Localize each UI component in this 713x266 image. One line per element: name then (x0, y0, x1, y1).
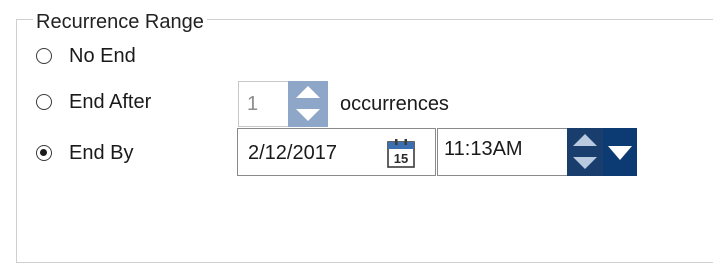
calendar-icon[interactable]: 15 (387, 138, 415, 168)
occurrences-input[interactable]: 1 (238, 81, 288, 127)
chevron-up-icon (573, 134, 597, 146)
time-spinner[interactable] (567, 128, 603, 176)
time-up-button[interactable] (567, 128, 603, 152)
end-by-radio[interactable] (36, 145, 52, 161)
no-end-radio[interactable] (36, 48, 52, 64)
end-by-time-value[interactable]: 11:13AM (444, 137, 523, 161)
end-by-date-value[interactable]: 2/12/2017 (248, 141, 337, 165)
end-by-label[interactable]: End By (69, 141, 133, 165)
dropdown-arrow-icon (608, 146, 632, 160)
group-title: Recurrence Range (33, 10, 207, 34)
end-by-date-field[interactable]: 2/12/2017 15 (237, 128, 436, 176)
chevron-down-icon (573, 157, 597, 169)
end-after-radio[interactable] (36, 94, 52, 110)
time-down-button[interactable] (567, 152, 603, 176)
end-by-time-field[interactable]: 11:13AM (437, 128, 567, 176)
no-end-label[interactable]: No End (69, 44, 136, 68)
chevron-down-icon (296, 109, 320, 121)
end-after-label[interactable]: End After (69, 90, 151, 114)
chevron-up-icon (296, 86, 320, 98)
occurrences-down-button[interactable] (288, 104, 328, 127)
occurrences-spinner[interactable] (288, 81, 328, 127)
calendar-day-number: 15 (394, 151, 408, 166)
occurrences-suffix: occurrences (340, 93, 449, 115)
occurrences-up-button[interactable] (288, 81, 328, 104)
recurrence-range-panel: Recurrence Range No End End After 1 occu… (0, 0, 713, 266)
time-dropdown-button[interactable] (603, 128, 637, 176)
